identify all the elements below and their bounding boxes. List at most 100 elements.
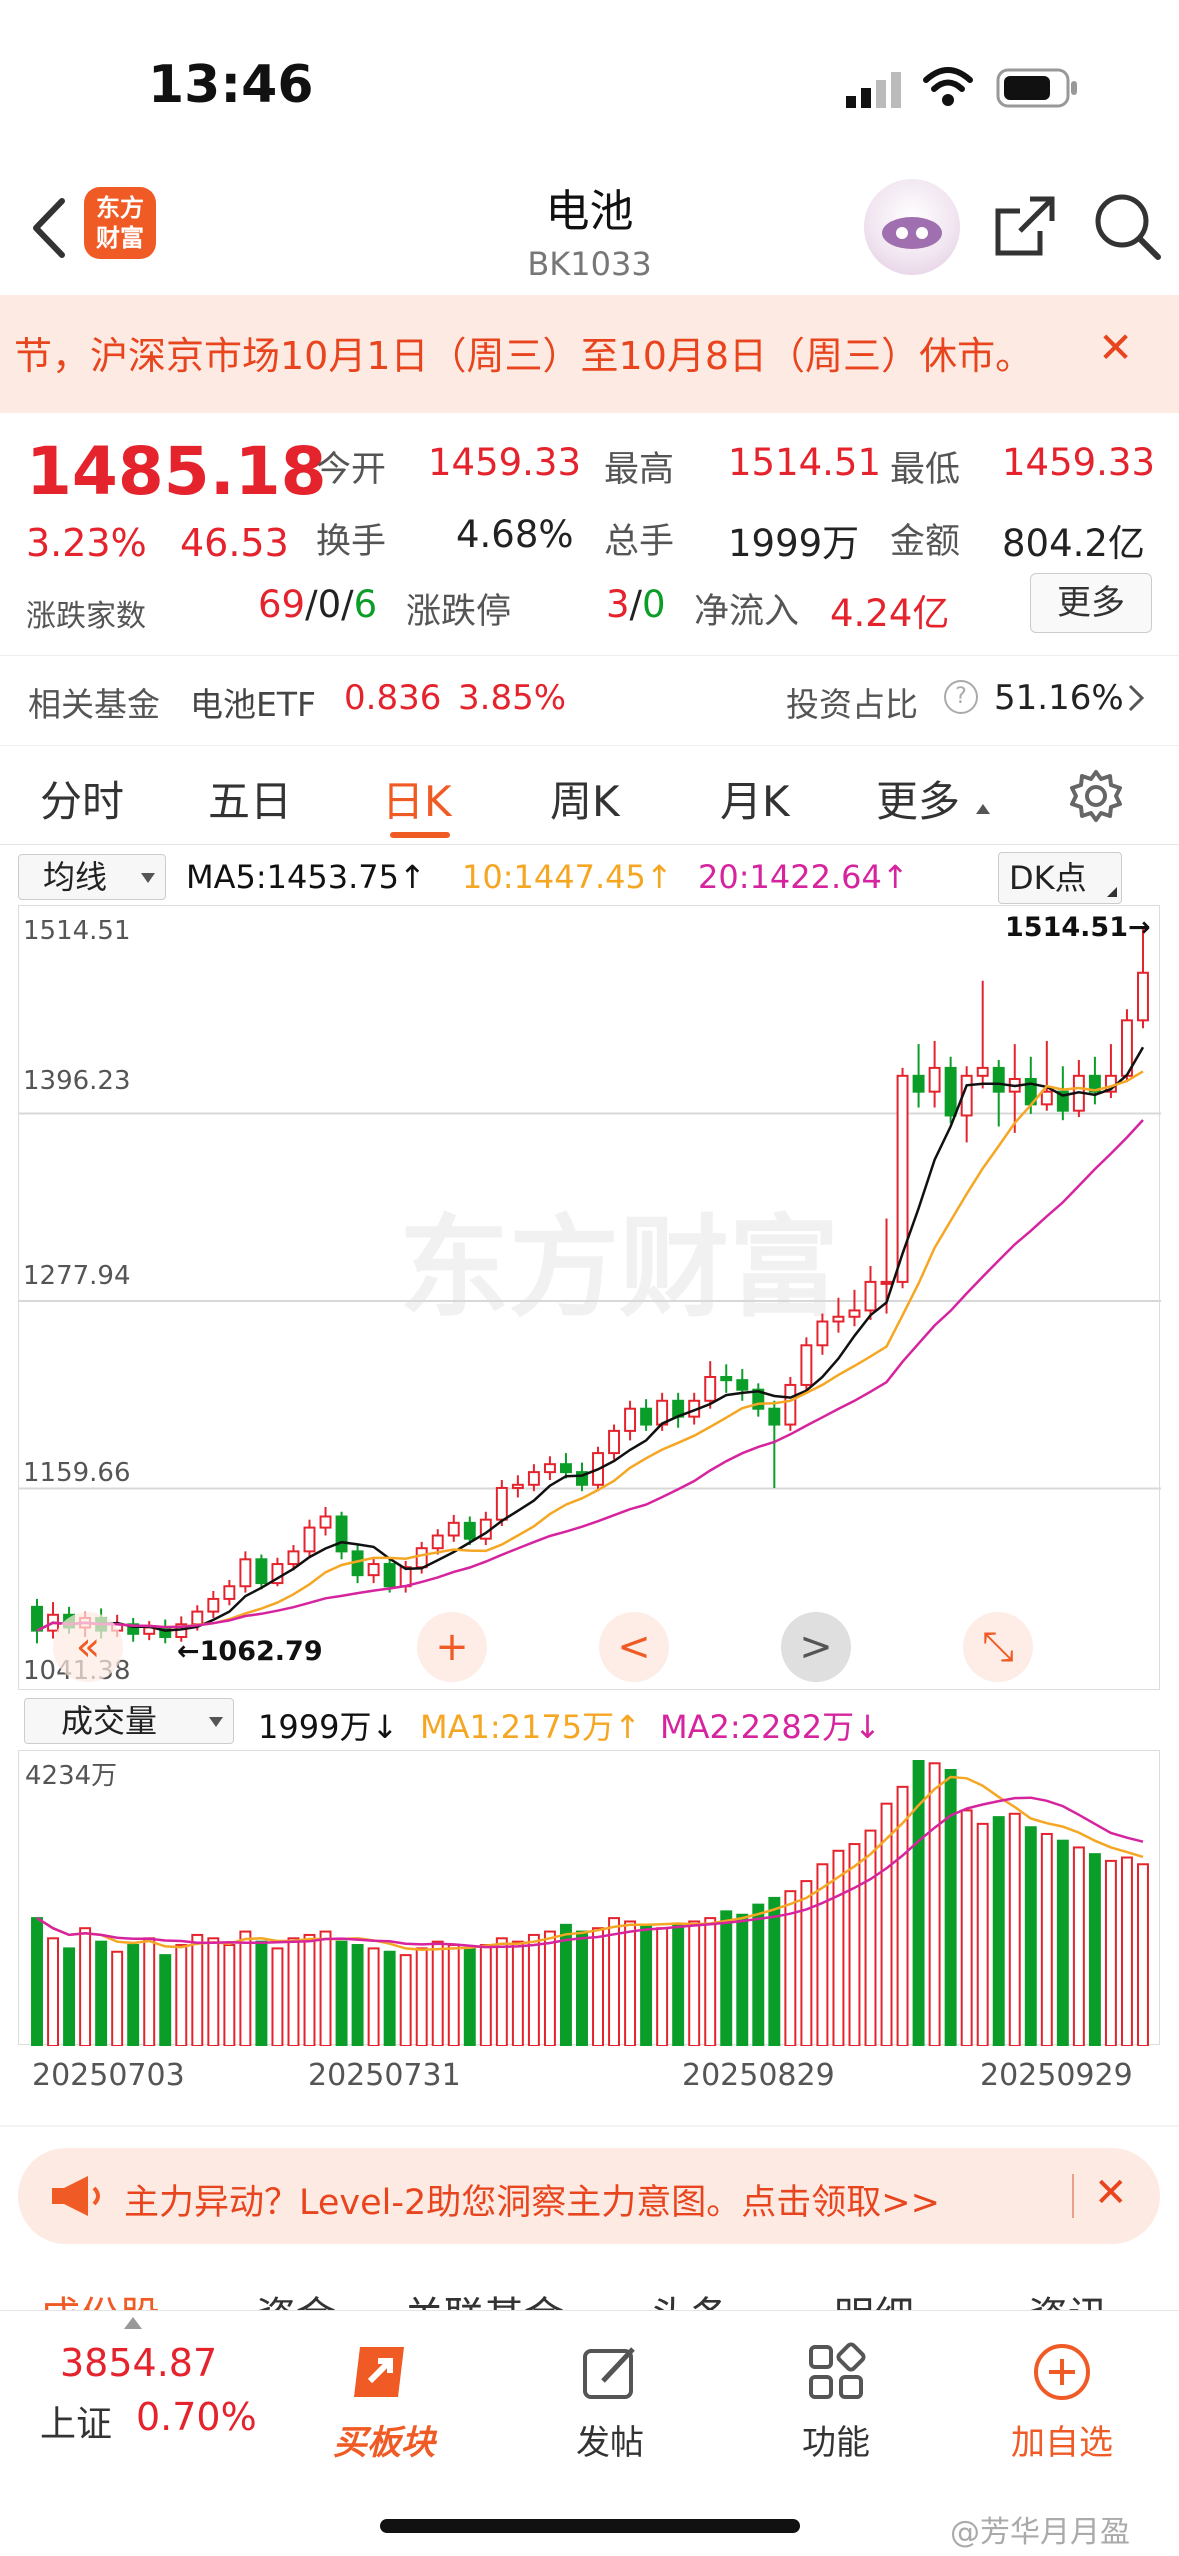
post-label: 发帖	[576, 2423, 644, 2463]
prev-button[interactable]: <	[599, 1612, 669, 1682]
volume-bar	[1040, 1832, 1053, 2046]
low-value: 1459.33	[1002, 441, 1156, 484]
volume-bar	[736, 1913, 749, 2046]
related-fund-row[interactable]: 相关基金 电池ETF 0.836 3.85% 投资占比 ? 51.16%	[0, 655, 1179, 743]
candle-body	[832, 1315, 845, 1323]
volume-bar	[287, 1937, 300, 2046]
dropdown-triangle-icon	[976, 804, 990, 814]
subtab-funds[interactable]: 资金	[256, 2284, 336, 2310]
volume-bar	[527, 1933, 540, 2046]
volume-bar	[271, 1947, 284, 2046]
volume-indicator-row: 成交量 1999万↓ MA1:2175万↑ MA2:2282万↓	[0, 1694, 1179, 1749]
candle-body	[463, 1521, 476, 1540]
volume-bar	[207, 1937, 220, 2046]
y-tick-3: 1159.66	[23, 1458, 131, 1488]
battery-icon	[996, 68, 1080, 108]
volume-bar	[848, 1843, 861, 2046]
buy-sector-button[interactable]: 买板块	[304, 2341, 464, 2464]
candle-body	[624, 1407, 637, 1432]
candle-body	[816, 1320, 829, 1347]
search-icon[interactable]	[1090, 189, 1166, 265]
next-button[interactable]: >	[781, 1612, 851, 1682]
scroll-left-button[interactable]: «	[53, 1612, 123, 1682]
tab-weekly-k[interactable]: 周K	[550, 768, 620, 829]
candle-body	[303, 1526, 316, 1553]
change-value: 46.53	[180, 521, 289, 565]
volume-bar	[415, 1947, 428, 2046]
candle-body	[800, 1344, 813, 1386]
volume-bar	[479, 1944, 492, 2046]
ma5-value: MA5:1453.75↑	[186, 858, 426, 896]
candle-body	[431, 1534, 444, 1550]
x-label-3: 20250929	[980, 2058, 1133, 2093]
notice-close-icon[interactable]: ✕	[1098, 323, 1133, 372]
candle-body	[335, 1515, 348, 1553]
subtab-related-fund[interactable]: 关联基金	[404, 2284, 564, 2310]
x-label-0: 20250703	[32, 2058, 185, 2093]
candle-body	[720, 1376, 733, 1382]
volume-select[interactable]: 成交量	[24, 1698, 234, 1744]
status-bar: 13:46	[0, 0, 1179, 175]
volume-bar	[175, 1944, 188, 2046]
candle-body	[880, 1280, 893, 1285]
candle-body	[864, 1280, 877, 1312]
kline-chart[interactable]: 东方财富 1514.51 1396.23 1277.94 1159.66 104…	[18, 905, 1161, 1690]
ma20-value: 20:1422.64↑	[698, 858, 909, 896]
open-label: 今开	[316, 450, 387, 490]
volume-bar	[303, 1933, 316, 2046]
tab-monthly-k[interactable]: 月K	[720, 768, 790, 829]
promo-banner[interactable]: 主力异动？Level-2助您洞察主力意图。点击领取>> ✕	[18, 2148, 1160, 2244]
add-watchlist-button[interactable]: 加自选	[982, 2341, 1142, 2464]
dk-point-button[interactable]: DK点	[998, 852, 1122, 904]
ratio-value: 51.16%	[994, 678, 1124, 718]
candle-body	[287, 1550, 300, 1566]
subtab-headlines[interactable]: 头条	[650, 2284, 730, 2310]
subtab-constituents[interactable]: 成份股	[40, 2284, 160, 2310]
ma-select[interactable]: 均线	[18, 854, 166, 900]
volume-bar	[992, 1816, 1005, 2046]
share-icon[interactable]	[990, 191, 1060, 261]
assistant-avatar[interactable]	[864, 179, 960, 275]
settings-gear-icon[interactable]	[1068, 768, 1124, 824]
function-button[interactable]: 功能	[756, 2341, 916, 2464]
vol-ma2: MA2:2282万↓	[660, 1708, 881, 1746]
volume-chart[interactable]: 4234万	[18, 1750, 1160, 2046]
bottom-toolbar: 3854.87 上证 0.70% 买板块 发帖 功能 加自选 @芳华月月盈	[0, 2310, 1179, 2556]
tab-more[interactable]: 更多	[876, 768, 960, 829]
volume-bar	[672, 1923, 685, 2046]
max-price-label: 1514.51→	[1005, 912, 1151, 943]
limit-value: 3/0	[606, 583, 666, 626]
candle-body	[367, 1563, 380, 1577]
buy-sector-label: 买板块	[333, 2423, 435, 2463]
tab-intraday[interactable]: 分时	[40, 768, 124, 829]
holiday-notice[interactable]: 节，沪深京市场10月1日（周三）至10月8日（周三）休市。 ✕	[0, 295, 1179, 413]
candle-body	[848, 1309, 861, 1318]
breadth-label: 涨跌家数	[26, 599, 146, 634]
subtab-news[interactable]: 资讯	[1028, 2284, 1108, 2310]
candle-body	[319, 1515, 332, 1529]
tab-daily-k[interactable]: 日K	[382, 768, 452, 829]
volume-bar	[928, 1762, 941, 2046]
candle-body	[207, 1597, 220, 1613]
kline-svg: 东方财富	[19, 926, 1161, 1644]
index-value[interactable]: 3854.87	[60, 2341, 217, 2385]
wifi-icon	[922, 66, 974, 108]
fullscreen-button[interactable]: ⤡	[963, 1612, 1033, 1682]
promo-close-icon[interactable]: ✕	[1094, 2170, 1128, 2216]
tab-five-day[interactable]: 五日	[208, 768, 292, 829]
candle-body	[1040, 1090, 1053, 1106]
candle-body	[511, 1483, 524, 1489]
candle-body	[912, 1074, 925, 1093]
post-button[interactable]: 发帖	[530, 2341, 690, 2464]
candle-body	[543, 1463, 556, 1474]
help-icon[interactable]: ?	[944, 680, 978, 714]
amount-label: 金额	[890, 522, 961, 562]
volume-bar	[1024, 1826, 1037, 2046]
zoom-in-button[interactable]: +	[417, 1612, 487, 1682]
candle-body	[704, 1376, 717, 1402]
ma20-line	[36, 1119, 1144, 1632]
candle-body	[944, 1066, 957, 1117]
volume-bar	[431, 1940, 444, 2046]
subtab-details[interactable]: 明细	[834, 2284, 914, 2310]
more-button[interactable]: 更多	[1030, 573, 1152, 633]
